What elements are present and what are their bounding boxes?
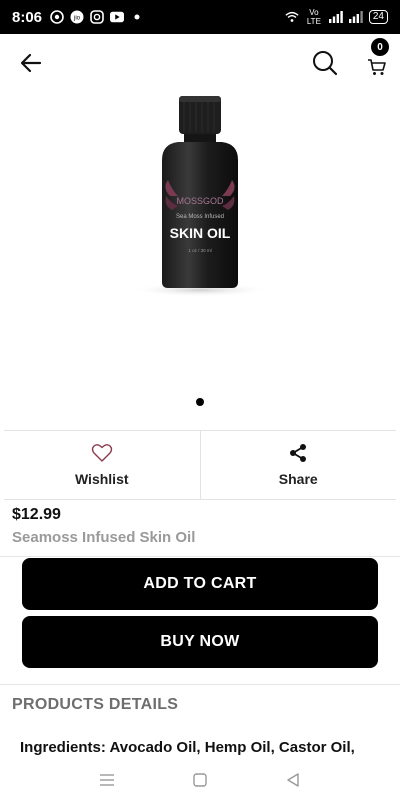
skin-oil-bottle-image: MOSSGOD Sea Moss Infused SKIN OIL 1 oz /… [130, 96, 270, 297]
share-icon [290, 444, 307, 462]
back-nav-button[interactable] [284, 771, 302, 789]
recent-apps-button[interactable] [98, 771, 116, 789]
svg-text:jio: jio [73, 16, 81, 22]
products-details-heading: PRODUCTS DETAILS [12, 696, 179, 713]
status-bar: 8:06 jio Vo LTE 24 [0, 0, 400, 34]
cart-icon [368, 59, 386, 75]
ingredients-text: Ingredients: Avocado Oil, Hemp Oil, Cast… [20, 739, 355, 756]
signal-icon-2 [348, 10, 363, 24]
product-image[interactable]: MOSSGOD Sea Moss Infused SKIN OIL 1 oz /… [100, 92, 300, 302]
youtube-icon [110, 10, 125, 24]
bottle-title-text: SKIN OIL [170, 225, 231, 241]
divider [0, 556, 400, 557]
home-button[interactable] [191, 771, 209, 789]
share-button[interactable]: Share [199, 431, 397, 499]
bottle-subtitle-text: Sea Moss Infused [176, 214, 224, 220]
product-price: $12.99 [12, 506, 61, 523]
status-time: 8:06 [12, 8, 43, 26]
menu-icon [99, 774, 114, 786]
divider [0, 684, 400, 685]
action-row: Wishlist Share [4, 430, 396, 500]
whatsapp-icon [50, 10, 64, 24]
search-icon [313, 51, 338, 76]
instagram-icon [90, 10, 104, 24]
arrow-left-icon [20, 53, 42, 73]
carousel-dot-active[interactable] [196, 398, 204, 406]
heart-icon [91, 444, 112, 462]
add-to-cart-button[interactable]: ADD TO CART [22, 558, 378, 610]
back-button[interactable] [18, 50, 44, 76]
jio-icon: jio [70, 10, 84, 24]
wishlist-label: Wishlist [74, 471, 129, 487]
cart-count-badge: 0 [371, 38, 389, 56]
signal-icon [328, 10, 343, 24]
bottle-brand-text: MOSSGOD [176, 196, 224, 206]
search-button[interactable] [312, 50, 338, 76]
triangle-back-icon [287, 773, 300, 787]
system-nav-bar [0, 760, 400, 800]
app-bar: 0 [0, 34, 400, 92]
bottle-volume-text: 1 oz / 30 ml [188, 248, 211, 253]
share-label: Share [278, 471, 318, 487]
square-icon [193, 773, 207, 787]
volte-label: Vo LTE [306, 8, 321, 26]
wifi-icon [285, 10, 299, 24]
wishlist-button[interactable]: Wishlist [4, 431, 200, 499]
carousel-indicator [0, 398, 400, 406]
buy-now-button[interactable]: BUY NOW [22, 616, 378, 668]
cart-button[interactable]: 0 [364, 38, 394, 78]
battery-indicator: 24 [368, 10, 388, 24]
notification-dot-icon [130, 10, 144, 24]
product-name: Seamoss Infused Skin Oil [12, 529, 196, 546]
